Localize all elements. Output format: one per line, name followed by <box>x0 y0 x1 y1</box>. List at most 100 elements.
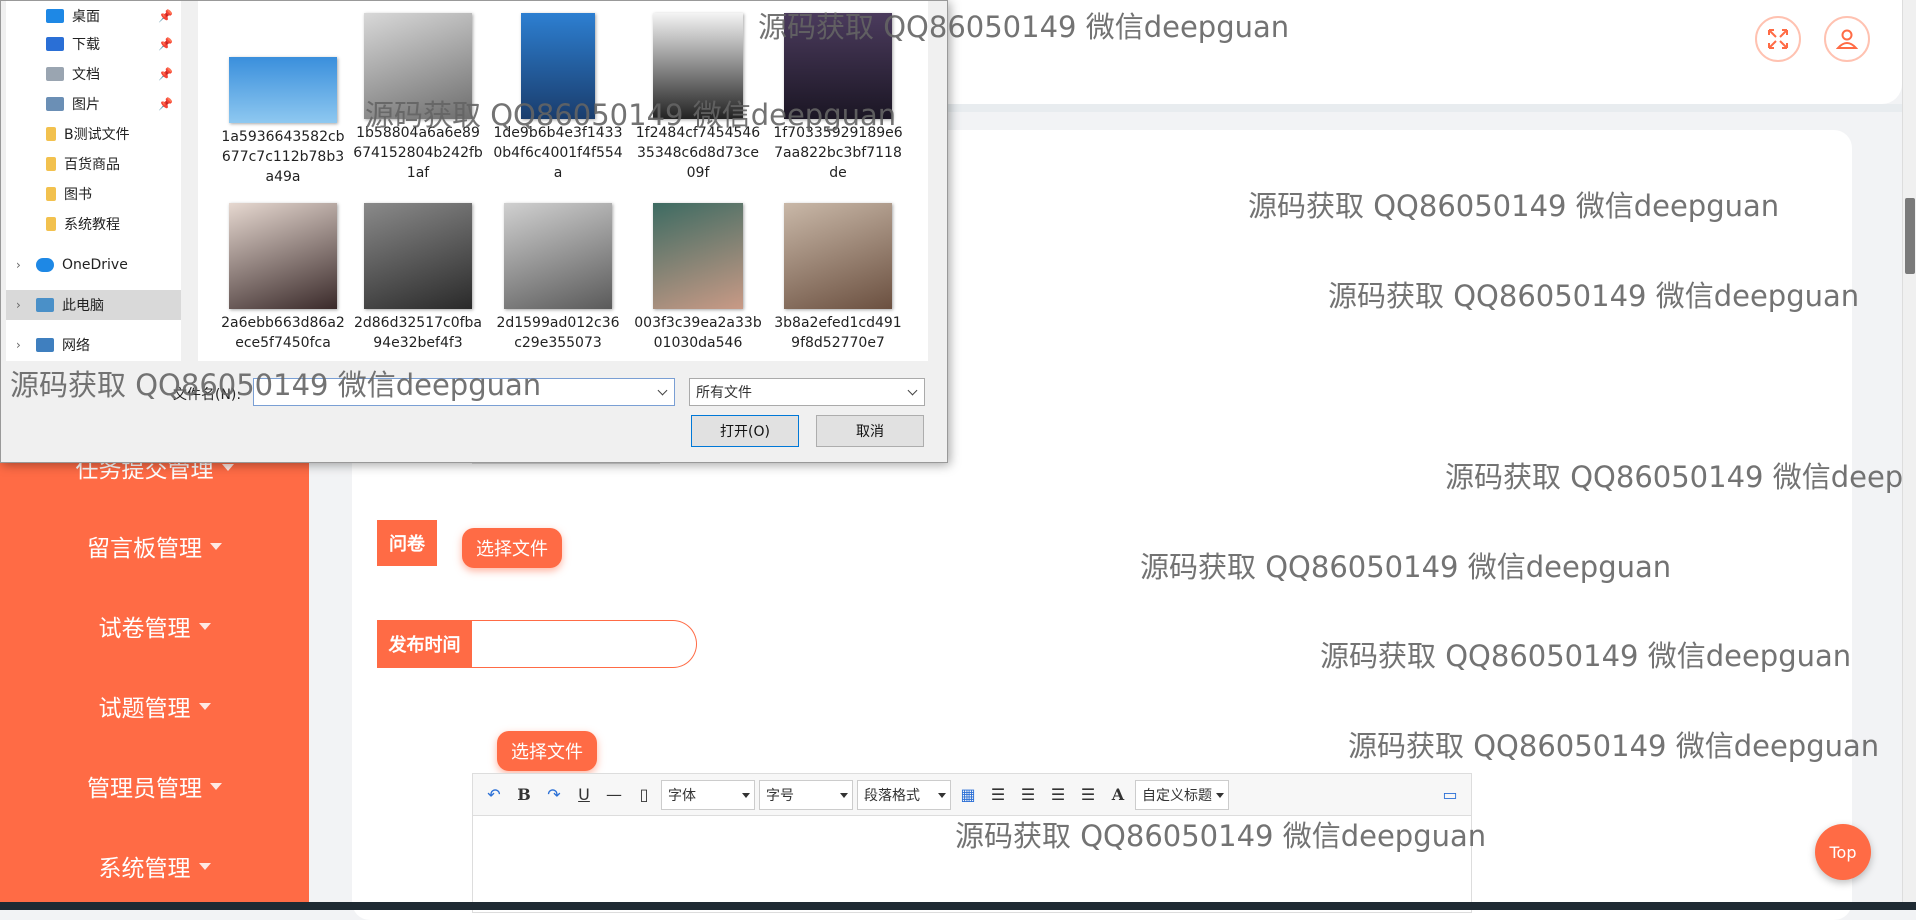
nav-item-label: 百货商品 <box>64 157 120 173</box>
picture-icon <box>46 97 64 111</box>
navigation-pane: 桌面 📌 下载 📌 文档 📌 图片 📌 B测试文件 百货商品 图书 系统教程 › OneD… <box>6 1 181 361</box>
watermark: 源码获取 QQ86050149 微信deepguan <box>1348 729 1880 763</box>
nav-item-label: 文档 <box>72 67 100 83</box>
cloud-icon <box>36 258 54 272</box>
font-size-select[interactable]: 字号 <box>759 779 853 810</box>
file-name: 2a6ebb663d86a2ece5f7450fca <box>221 315 345 351</box>
file-item[interactable]: 3b8a2efed1cd4919f8d52770e7 <box>773 203 903 353</box>
watermark: 源码获取 QQ86050149 微信deepguan <box>955 819 1487 853</box>
nav-item-label: 图片 <box>72 97 100 113</box>
page-scrollbar[interactable] <box>1902 0 1916 902</box>
nav-item-label: 下载 <box>72 37 100 53</box>
caret-down-icon <box>198 702 211 710</box>
sidebar-item-admins[interactable]: 管理员管理 <box>0 756 309 816</box>
image-thumbnail <box>364 203 472 309</box>
nav-item-desktop[interactable]: 桌面 📌 <box>6 1 181 31</box>
file-item[interactable]: 003f3c39ea2a33b01030da546 <box>633 203 763 353</box>
file-item[interactable]: 2d86d32517c0fba94e32bef4f3 <box>353 203 483 353</box>
paragraph-format-value: 段落格式 <box>864 787 920 804</box>
select-file-button[interactable]: 选择文件 <box>462 528 562 568</box>
nav-item-label: OneDrive <box>62 257 128 273</box>
sidebar-item-label: 试卷管理 <box>98 616 191 642</box>
chevron-down-icon <box>657 385 668 396</box>
font-color-button[interactable]: A <box>1105 782 1131 808</box>
nav-item-documents[interactable]: 文档 📌 <box>6 59 181 89</box>
nav-item-books[interactable]: 图书 <box>6 179 181 209</box>
nav-item-goods[interactable]: 百货商品 <box>6 149 181 179</box>
paragraph-format-select[interactable]: 段落格式 <box>857 779 951 810</box>
nav-item-pictures[interactable]: 图片 📌 <box>6 89 181 119</box>
table-icon[interactable]: ▦ <box>955 782 981 808</box>
cancel-button[interactable]: 取消 <box>816 415 924 447</box>
undo-icon[interactable]: ↶ <box>481 782 507 808</box>
custom-title-select[interactable]: 自定义标题 <box>1135 779 1229 810</box>
watermark: 源码获取 QQ86050149 微信deepguan <box>758 10 1290 44</box>
computer-icon <box>36 298 54 312</box>
sidebar-item-message-board[interactable]: 留言板管理 <box>0 516 309 576</box>
file-list-scrollbar[interactable] <box>928 1 946 361</box>
publish-time-label: 发布时间 <box>377 620 472 668</box>
horizontal-rule-icon[interactable]: — <box>601 782 627 808</box>
nav-item-network[interactable]: › 网络 <box>6 330 181 360</box>
caret-down-icon <box>221 463 234 471</box>
redo-icon[interactable]: ↷ <box>541 782 567 808</box>
align-left-icon[interactable]: ☰ <box>985 782 1011 808</box>
watermark: 源码获取 QQ86050149 微信deepguan <box>1248 189 1780 223</box>
desktop-icon <box>46 9 64 23</box>
nav-item-downloads[interactable]: 下载 📌 <box>6 29 181 59</box>
custom-title-value: 自定义标题 <box>1142 787 1212 804</box>
file-name: 003f3c39ea2a33b01030da546 <box>634 315 762 351</box>
align-right-icon[interactable]: ☰ <box>1015 782 1041 808</box>
nav-item-tutorials[interactable]: 系统教程 <box>6 209 181 239</box>
image-thumbnail <box>229 203 337 309</box>
preview-icon[interactable]: ▭ <box>1437 782 1463 808</box>
underline-button[interactable]: U <box>571 782 597 808</box>
nav-pane-scrollbar[interactable] <box>181 1 198 361</box>
pin-icon: 📌 <box>158 67 173 81</box>
file-item[interactable]: 2a6ebb663d86a2ece5f7450fca <box>218 203 348 353</box>
nav-item-b-test-files[interactable]: B测试文件 <box>6 119 181 149</box>
open-button[interactable]: 打开(O) <box>691 415 799 447</box>
document-icon <box>46 67 64 81</box>
nav-item-this-pc[interactable]: › 此电脑 <box>6 290 181 320</box>
chevron-right-icon: › <box>16 298 21 312</box>
user-button[interactable] <box>1824 16 1870 62</box>
editor-toolbar: ↶ B ↷ U — ▯ 字体 字号 段落格式 ▦ ☰ ☰ ☰ ☰ A 自定义标题… <box>473 774 1471 816</box>
select-file-button-2[interactable]: 选择文件 <box>497 731 597 771</box>
sidebar-item-system[interactable]: 系统管理 <box>0 836 309 896</box>
watermark: 源码获取 QQ86050149 微信deepguan <box>1445 460 1902 494</box>
back-to-top-button[interactable]: Top <box>1815 824 1871 880</box>
align-justify-icon[interactable]: ☰ <box>1075 782 1101 808</box>
scrollbar-thumb[interactable] <box>1905 198 1915 274</box>
chevron-down-icon <box>1216 792 1224 798</box>
file-item[interactable]: 1a5936643582cb677c7c112b78b3a49a <box>218 57 348 187</box>
taskbar <box>0 902 1916 910</box>
user-icon <box>1836 29 1858 49</box>
nav-item-label: 桌面 <box>72 9 100 25</box>
nav-item-label: B测试文件 <box>64 127 130 143</box>
caret-down-icon <box>198 862 211 870</box>
image-thumbnail <box>504 203 612 309</box>
fullscreen-button[interactable] <box>1755 16 1801 62</box>
nav-item-label: 网络 <box>62 338 90 354</box>
sidebar-item-questions[interactable]: 试题管理 <box>0 676 309 736</box>
nav-item-label: 此电脑 <box>62 298 104 314</box>
caret-down-icon <box>198 622 211 630</box>
filetype-select[interactable]: 所有文件 <box>689 378 925 406</box>
file-item[interactable]: 2d1599ad012c36c29e355073 <box>493 203 623 353</box>
publish-time-input[interactable] <box>472 620 697 668</box>
file-list: 1a5936643582cb677c7c112b78b3a49a 1b58804… <box>198 1 928 361</box>
bold-button[interactable]: B <box>511 782 537 808</box>
font-family-select[interactable]: 字体 <box>661 779 755 810</box>
document-icon[interactable]: ▯ <box>631 782 657 808</box>
nav-item-onedrive[interactable]: › OneDrive <box>6 250 181 280</box>
file-name: 3b8a2efed1cd4919f8d52770e7 <box>774 315 902 351</box>
filetype-value: 所有文件 <box>696 385 752 401</box>
sidebar-item-exam-papers[interactable]: 试卷管理 <box>0 596 309 656</box>
align-center-icon[interactable]: ☰ <box>1045 782 1071 808</box>
pin-icon: 📌 <box>158 97 173 111</box>
sidebar-item-label: 试题管理 <box>98 696 191 722</box>
sidebar-item-label: 管理员管理 <box>87 776 202 802</box>
chevron-down-icon <box>840 792 848 798</box>
chevron-down-icon <box>907 385 918 396</box>
